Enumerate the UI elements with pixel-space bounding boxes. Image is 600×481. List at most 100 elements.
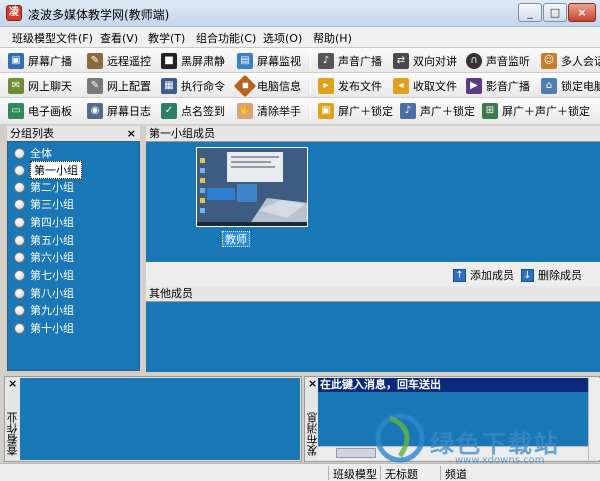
window-title: 凌波多媒体教学网(教师端) <box>28 8 170 22</box>
headphones-icon: ∩ <box>466 52 482 69</box>
arrow-up-icon: ↑ <box>453 268 466 282</box>
menu-options[interactable]: 选项(O) <box>263 30 302 46</box>
screen-monitor-button[interactable]: ▤ 屏幕监视 <box>237 50 301 71</box>
lock-pc-button[interactable]: ⌂ 锁定电脑 <box>541 75 600 96</box>
status-channel: 频道 <box>440 466 467 481</box>
group-item-8[interactable]: 第八小组 <box>14 285 74 301</box>
toolbar-separator <box>310 52 311 69</box>
menu-file[interactable]: 班级模型文件(F) <box>12 30 93 46</box>
radio-icon <box>14 287 25 299</box>
voice-monitor-button[interactable]: ∩ 声音监听 <box>466 50 530 71</box>
hand-icon: ✋ <box>237 102 253 119</box>
roll-call-button[interactable]: ✓ 点名签到 <box>161 100 225 121</box>
others-title: 其他成员 <box>149 287 193 300</box>
group-item-6[interactable]: 第六小组 <box>14 249 74 265</box>
members-title: 第一小组成员 <box>149 127 215 140</box>
messages-close-icon[interactable]: × <box>308 377 317 390</box>
toolbar-row-2: ✉ 网上聊天 ✎ 网上配置 ▦ 执行命令 ◆ 电脑信息 ▸ 发布文件 ◂ 收取文件 ▶ 影音广… <box>0 73 600 98</box>
black-screen-label: 黑屏肃静 <box>181 54 225 68</box>
radio-icon <box>14 304 25 316</box>
screen-broadcast-button[interactable]: ▣ 屏幕广播 <box>8 50 72 71</box>
teacher-label[interactable]: 教师 <box>222 231 250 247</box>
voice-lock-icon: ♪ <box>400 102 416 119</box>
group-item-10[interactable]: 第十小组 <box>14 320 74 336</box>
maximize-button[interactable]: □ <box>543 3 567 22</box>
microphone-icon: ♪ <box>318 52 334 69</box>
screen-monitor-label: 屏幕监视 <box>257 54 301 68</box>
menu-bar: 班级模型文件(F) 查看(V) 教学(T) 组合功能(C) 选项(O) 帮助(H… <box>0 27 600 48</box>
group-item-4[interactable]: 第四小组 <box>14 214 74 230</box>
two-way-talk-button[interactable]: ⇄ 双向对讲 <box>393 50 457 71</box>
people-icon: ☺ <box>541 52 557 69</box>
menu-help[interactable]: 帮助(H) <box>313 30 352 46</box>
online-chat-label: 网上聊天 <box>28 79 72 93</box>
screen-voice-lock-combo-label: 屏广＋声广＋锁定 <box>502 104 590 118</box>
remove-member-label: 删除成员 <box>538 269 582 282</box>
minimize-button[interactable]: _ <box>518 3 542 22</box>
radio-icon <box>14 269 25 281</box>
radio-icon <box>14 147 25 159</box>
whiteboard-button[interactable]: ▭ 电子画板 <box>8 100 72 121</box>
voice-broadcast-button[interactable]: ♪ 声音广播 <box>318 50 382 71</box>
remote-icon: ✎ <box>87 52 103 69</box>
add-member-button[interactable]: ↑ 添加成员 <box>453 267 514 283</box>
film-icon: ▶ <box>466 77 482 94</box>
clear-hands-button[interactable]: ✋ 清除举手 <box>237 100 301 121</box>
chat-icon: ✉ <box>8 77 24 94</box>
intercom-icon: ⇄ <box>393 52 409 69</box>
black-screen-icon: ■ <box>161 52 177 69</box>
lock-pc-label: 锁定电脑 <box>561 79 600 93</box>
camera-icon: ◉ <box>87 102 103 119</box>
status-title: 无标题 <box>380 466 418 481</box>
menu-view[interactable]: 查看(V) <box>100 30 138 46</box>
online-chat-button[interactable]: ✉ 网上聊天 <box>8 75 72 96</box>
members-header: 第一小组成员 <box>146 126 600 142</box>
screen-log-button[interactable]: ◉ 屏幕日志 <box>87 100 151 121</box>
app-icon: 凌 <box>6 5 22 21</box>
group-item-7[interactable]: 第七小组 <box>14 267 74 283</box>
homework-close-icon[interactable]: × <box>8 377 17 390</box>
group-list-title: 分组列表 <box>10 127 54 140</box>
config-icon: ✎ <box>87 77 103 94</box>
desktop-preview-icon <box>197 148 307 226</box>
voice-lock-combo-button[interactable]: ♪ 声广＋锁定 <box>400 100 475 121</box>
exec-command-button[interactable]: ▦ 执行命令 <box>161 75 225 96</box>
radio-icon <box>14 251 25 263</box>
publish-file-label: 发布文件 <box>338 79 382 93</box>
publish-file-button[interactable]: ▸ 发布文件 <box>318 75 382 96</box>
group-item-2[interactable]: 第二小组 <box>14 179 74 195</box>
pc-info-label: 电脑信息 <box>257 79 301 93</box>
close-button[interactable]: × <box>568 3 596 22</box>
group-item-9[interactable]: 第九小组 <box>14 302 74 318</box>
teacher-screen-thumbnail[interactable] <box>196 147 308 227</box>
media-broadcast-button[interactable]: ▶ 影音广播 <box>466 75 530 96</box>
group-item-5[interactable]: 第五小组 <box>14 232 74 248</box>
remove-member-button[interactable]: ↓ 删除成员 <box>521 267 582 283</box>
menu-combo[interactable]: 组合功能(C) <box>196 30 256 46</box>
two-way-talk-label: 双向对讲 <box>413 54 457 68</box>
menu-teach[interactable]: 教学(T) <box>148 30 185 46</box>
screen-voice-lock-combo-button[interactable]: ⊞ 屏广＋声广＋锁定 <box>482 100 590 121</box>
remote-control-button[interactable]: ✎ 远程遥控 <box>87 50 151 71</box>
group-item-all[interactable]: 全体 <box>14 145 52 161</box>
message-input[interactable]: 在此键入消息，回车送出 <box>318 378 588 392</box>
radio-icon <box>14 181 25 193</box>
screen-log-label: 屏幕日志 <box>107 104 151 118</box>
pc-info-button[interactable]: ◆ 电脑信息 <box>233 74 301 97</box>
others-header: 其他成员 <box>146 286 600 302</box>
radio-icon <box>14 322 25 334</box>
black-screen-button[interactable]: ■ 黑屏肃静 <box>161 50 225 71</box>
group-item-3[interactable]: 第三小组 <box>14 196 74 212</box>
collect-file-label: 收取文件 <box>413 79 457 93</box>
status-model: 班级模型 <box>328 466 377 481</box>
group-list-close-icon[interactable]: × <box>127 126 136 141</box>
screen-lock-combo-button[interactable]: ▣ 屏广＋锁定 <box>318 100 393 121</box>
group-item-1[interactable]: 第一小组 <box>14 161 82 179</box>
radio-icon <box>14 164 25 176</box>
collect-file-button[interactable]: ◂ 收取文件 <box>393 75 457 96</box>
voice-monitor-label: 声音监听 <box>486 54 530 68</box>
web-config-button[interactable]: ✎ 网上配置 <box>87 75 151 96</box>
multi-session-button[interactable]: ☺ 多人会话 <box>541 50 600 71</box>
folder-send-icon: ▸ <box>318 77 334 94</box>
arrow-down-icon: ↓ <box>521 268 534 282</box>
